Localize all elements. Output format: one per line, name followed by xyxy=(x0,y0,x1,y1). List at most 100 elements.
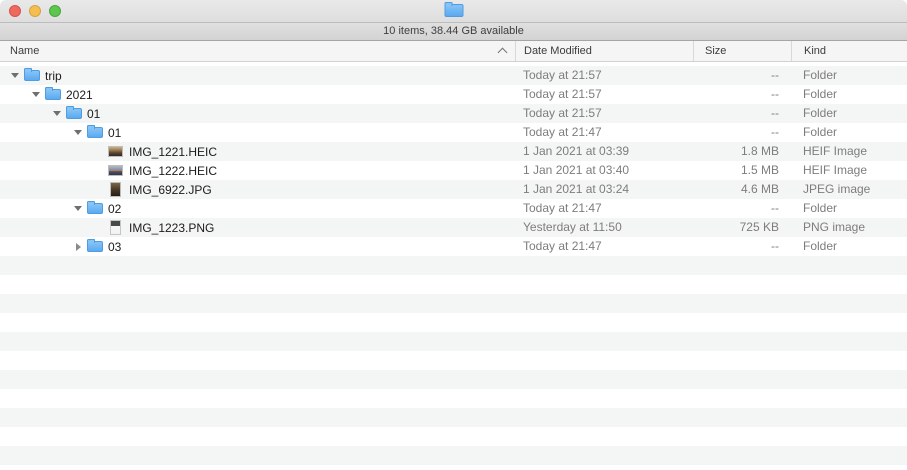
triangle-expanded-icon xyxy=(53,111,61,116)
kind-cell: Folder xyxy=(791,104,907,123)
file-thumbnail-icon xyxy=(110,182,121,197)
empty-row xyxy=(0,427,907,446)
triangle-expanded-icon xyxy=(32,92,40,97)
date-modified-cell: Today at 21:47 xyxy=(515,123,693,142)
column-header-date-label: Date Modified xyxy=(524,45,592,57)
name-cell: IMG_1222.HEIC xyxy=(0,161,515,180)
status-bar: 10 items, 38.44 GB available xyxy=(0,23,907,41)
folder-icon xyxy=(87,203,103,214)
name-cell: 01 xyxy=(0,123,515,142)
empty-row xyxy=(0,465,907,470)
size-cell: -- xyxy=(693,66,791,85)
kind-cell: Folder xyxy=(791,199,907,218)
table-row[interactable]: 01 Today at 21:57 -- Folder xyxy=(0,104,907,123)
item-name: 2021 xyxy=(66,88,93,102)
file-thumbnail-icon xyxy=(108,165,123,176)
date-modified-cell: Yesterday at 11:50 xyxy=(515,218,693,237)
kind-cell: Folder xyxy=(791,123,907,142)
date-modified-cell: Today at 21:57 xyxy=(515,85,693,104)
empty-row xyxy=(0,351,907,370)
column-header-size[interactable]: Size xyxy=(693,41,791,61)
disclosure-triangle[interactable] xyxy=(72,206,84,211)
item-icon xyxy=(86,124,103,141)
column-header-size-label: Size xyxy=(705,45,726,57)
table-row[interactable]: IMG_6922.JPG 1 Jan 2021 at 03:24 4.6 MB … xyxy=(0,180,907,199)
disclosure-triangle[interactable] xyxy=(30,92,42,97)
kind-cell: HEIF Image xyxy=(791,142,907,161)
window-controls xyxy=(9,5,61,17)
name-cell: IMG_6922.JPG xyxy=(0,180,515,199)
column-headers: Name Date Modified Size Kind xyxy=(0,41,907,62)
empty-row xyxy=(0,294,907,313)
disclosure-triangle[interactable] xyxy=(72,243,84,251)
empty-row xyxy=(0,275,907,294)
name-cell: 03 xyxy=(0,237,515,256)
folder-icon xyxy=(444,4,463,17)
disclosure-triangle[interactable] xyxy=(72,130,84,135)
item-name: 02 xyxy=(108,202,121,216)
item-name: IMG_1221.HEIC xyxy=(129,145,217,159)
titlebar[interactable] xyxy=(0,0,907,23)
item-icon xyxy=(86,238,103,255)
date-modified-cell: Today at 21:57 xyxy=(515,66,693,85)
item-icon xyxy=(86,200,103,217)
triangle-collapsed-icon xyxy=(76,243,81,251)
folder-icon xyxy=(66,108,82,119)
name-cell: 01 xyxy=(0,104,515,123)
table-row[interactable]: trip Today at 21:57 -- Folder xyxy=(0,66,907,85)
file-thumbnail-icon xyxy=(108,146,123,157)
triangle-expanded-icon xyxy=(11,73,19,78)
triangle-expanded-icon xyxy=(74,206,82,211)
item-icon xyxy=(44,86,61,103)
column-header-name[interactable]: Name xyxy=(0,41,515,61)
finder-window: 10 items, 38.44 GB available Name Date M… xyxy=(0,0,907,470)
disclosure-triangle[interactable] xyxy=(51,111,63,116)
name-cell: trip xyxy=(0,66,515,85)
date-modified-cell: Today at 21:57 xyxy=(515,104,693,123)
close-button[interactable] xyxy=(9,5,21,17)
name-cell: IMG_1223.PNG xyxy=(0,218,515,237)
zoom-button[interactable] xyxy=(49,5,61,17)
column-header-kind[interactable]: Kind xyxy=(791,41,907,61)
name-cell: IMG_1221.HEIC xyxy=(0,142,515,161)
kind-cell: Folder xyxy=(791,66,907,85)
item-name: IMG_1223.PNG xyxy=(129,221,214,235)
column-header-name-label: Name xyxy=(10,41,39,61)
item-name: 01 xyxy=(108,126,121,140)
date-modified-cell: 1 Jan 2021 at 03:40 xyxy=(515,161,693,180)
item-name: trip xyxy=(45,69,62,83)
size-cell: -- xyxy=(693,85,791,104)
size-cell: -- xyxy=(693,199,791,218)
item-name: IMG_6922.JPG xyxy=(129,183,212,197)
column-header-date-modified[interactable]: Date Modified xyxy=(515,41,693,61)
table-row[interactable]: 02 Today at 21:47 -- Folder xyxy=(0,199,907,218)
window-proxy-icon[interactable] xyxy=(444,4,463,22)
kind-cell: PNG image xyxy=(791,218,907,237)
folder-icon xyxy=(45,89,61,100)
table-row[interactable]: IMG_1222.HEIC 1 Jan 2021 at 03:40 1.5 MB… xyxy=(0,161,907,180)
item-icon xyxy=(107,181,124,198)
folder-icon xyxy=(87,241,103,252)
date-modified-cell: 1 Jan 2021 at 03:39 xyxy=(515,142,693,161)
item-name: 03 xyxy=(108,240,121,254)
item-icon xyxy=(107,143,124,160)
folder-icon xyxy=(24,70,40,81)
table-row[interactable]: IMG_1223.PNG Yesterday at 11:50 725 KB P… xyxy=(0,218,907,237)
file-list: trip Today at 21:57 -- Folder 2021 Today… xyxy=(0,62,907,470)
disclosure-triangle[interactable] xyxy=(9,73,21,78)
date-modified-cell: Today at 21:47 xyxy=(515,199,693,218)
size-cell: -- xyxy=(693,237,791,256)
size-cell: 725 KB xyxy=(693,218,791,237)
table-row[interactable]: 2021 Today at 21:57 -- Folder xyxy=(0,85,907,104)
table-row[interactable]: 03 Today at 21:47 -- Folder xyxy=(0,237,907,256)
size-cell: 4.6 MB xyxy=(693,180,791,199)
minimize-button[interactable] xyxy=(29,5,41,17)
empty-row xyxy=(0,256,907,275)
status-text: 10 items, 38.44 GB available xyxy=(383,25,524,37)
kind-cell: Folder xyxy=(791,237,907,256)
table-row[interactable]: 01 Today at 21:47 -- Folder xyxy=(0,123,907,142)
size-cell: -- xyxy=(693,123,791,142)
date-modified-cell: Today at 21:47 xyxy=(515,237,693,256)
size-cell: -- xyxy=(693,104,791,123)
table-row[interactable]: IMG_1221.HEIC 1 Jan 2021 at 03:39 1.8 MB… xyxy=(0,142,907,161)
